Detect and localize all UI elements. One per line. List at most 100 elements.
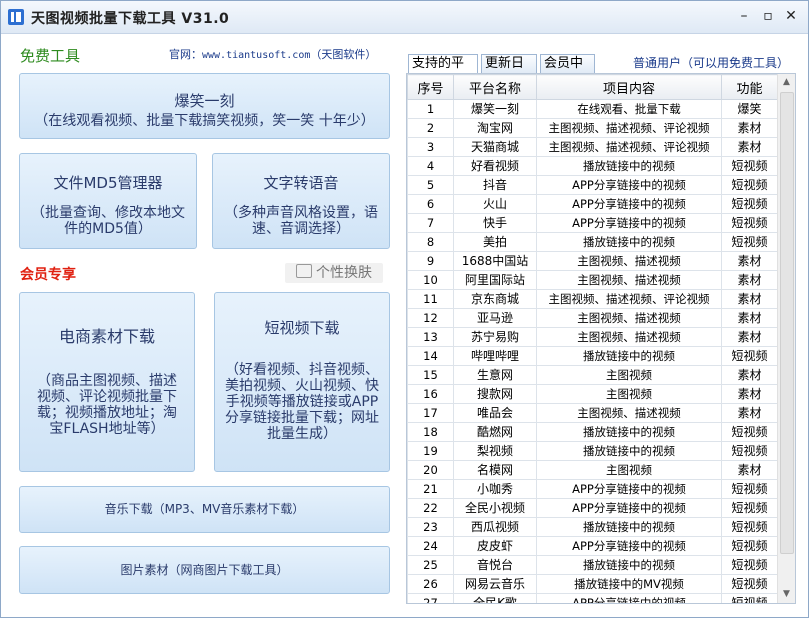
table-row[interactable]: 11 京东商城 主图视频、描述视频、评论视频 素材 [407,289,778,309]
official-site-text: 官网：www.tiantusoft.com（天图软件） [169,46,376,62]
tts-tile-button[interactable]: 文字转语音 （多种声音风格设置，语速、音调选择） [212,153,390,249]
skin-button[interactable]: 个性换肤 [285,263,383,283]
table-row[interactable]: 8 美拍 播放链接中的视频 短视频 [407,232,778,252]
row-index: 19 [407,441,454,461]
md5-desc: （批量查询、修改本地文件的MD5值） [31,205,185,237]
ecommerce-desc: （商品主图视频、描述视频、评论视频批量下载；视频播放地址；淘宝FLASH地址等） [37,373,177,437]
column-header-function[interactable]: 功能 [721,74,778,100]
ecommerce-title: 电商素材下载 [58,327,155,346]
ecommerce-tile-button[interactable]: 电商素材下载 （商品主图视频、描述视频、评论视频批量下载；视频播放地址；淘宝FL… [19,292,195,472]
row-content: 主图视频、描述视频 [536,308,722,328]
table-row[interactable]: 25 音悦台 播放链接中的视频 短视频 [407,555,778,575]
row-index: 11 [407,289,454,309]
row-content: 主图视频、描述视频 [536,251,722,271]
row-function: 素材 [721,118,778,138]
row-function: 素材 [721,384,778,404]
table-row[interactable]: 23 西瓜视频 播放链接中的视频 短视频 [407,517,778,537]
row-function: 素材 [721,327,778,347]
table-row[interactable]: 14 哔哩哔哩 播放链接中的视频 短视频 [407,346,778,366]
table-row[interactable]: 3 天猫商城 主图视频、描述视频、评论视频 素材 [407,137,778,157]
row-platform-name: 快手 [453,213,537,233]
maximize-button[interactable]: ▫ [759,7,777,25]
row-platform-name: 唯品会 [453,403,537,423]
table-row[interactable]: 22 全民小视频 APP分享链接中的视频 短视频 [407,498,778,518]
table-row[interactable]: 19 梨视频 播放链接中的视频 短视频 [407,441,778,461]
table-row[interactable]: 20 名模网 主图视频 素材 [407,460,778,480]
tab-changelog[interactable]: 更新日志 [481,54,537,89]
row-platform-name: 酷燃网 [453,422,537,442]
scrollbar-thumb[interactable] [780,92,794,554]
baoxiao-tile-button[interactable]: 爆笑一刻 （在线观看视频、批量下载搞笑视频，笑一笑 十年少） [19,73,390,139]
minimize-button[interactable]: – [735,7,753,25]
row-function: 短视频 [721,479,778,499]
shortvideo-tile-button[interactable]: 短视频下载 （好看视频、抖音视频、美拍视频、火山视频、快手视频等播放链接或APP… [214,292,390,472]
scroll-up-icon[interactable]: ▲ [778,74,795,91]
free-tools-title: 免费工具 [20,47,81,65]
row-content: APP分享链接中的视频 [536,498,722,518]
table-row[interactable]: 18 酷燃网 播放链接中的视频 短视频 [407,422,778,442]
column-header-index[interactable]: 序号 [407,74,454,100]
platform-table: 序号 平台名称 项目内容 功能 1 爆笑一刻 在线观看、批量下载 爆笑 2 淘宝网 主图视频… [406,73,796,604]
row-platform-name: 爆笑一刻 [453,99,537,119]
table-row[interactable]: 17 唯品会 主图视频、描述视频 素材 [407,403,778,423]
row-function: 素材 [721,403,778,423]
row-function: 短视频 [721,346,778,366]
user-status-link[interactable]: 普通用户（可以用免费工具） [633,54,789,71]
table-row[interactable]: 2 淘宝网 主图视频、描述视频、评论视频 素材 [407,118,778,138]
row-index: 12 [407,308,454,328]
vertical-scrollbar[interactable]: ▲ ▼ [777,74,795,603]
row-platform-name: 网易云音乐 [453,574,537,594]
table-row[interactable]: 9 1688中国站 主图视频、描述视频 素材 [407,251,778,271]
table-row[interactable]: 13 苏宁易购 主图视频、描述视频 素材 [407,327,778,347]
row-index: 3 [407,137,454,157]
row-content: 主图视频、描述视频 [536,403,722,423]
column-header-platform[interactable]: 平台名称 [453,74,537,100]
row-function: 素材 [721,137,778,157]
table-row[interactable]: 4 好看视频 播放链接中的视频 短视频 [407,156,778,176]
scroll-down-icon[interactable]: ▼ [778,586,795,603]
row-platform-name: 好看视频 [453,156,537,176]
table-row[interactable]: 27 全民K歌 APP分享链接中的视频 短视频 [407,593,778,603]
md5-manager-tile-button[interactable]: 文件MD5管理器 （批量查询、修改本地文件的MD5值） [19,153,197,249]
close-button[interactable]: ✕ [782,7,800,25]
official-label: 官网： [169,48,202,61]
shortvideo-desc: （好看视频、抖音视频、美拍视频、火山视频、快手视频等播放链接或APP分享链接批量… [225,362,379,442]
official-url-link[interactable]: www.tiantusoft.com [202,50,310,61]
table-row[interactable]: 10 阿里国际站 主图视频、描述视频 素材 [407,270,778,290]
table-row[interactable]: 21 小咖秀 APP分享链接中的视频 短视频 [407,479,778,499]
baoxiao-desc: （在线观看视频、批量下载搞笑视频，笑一笑 十年少） [34,113,375,129]
table-row[interactable]: 7 快手 APP分享链接中的视频 短视频 [407,213,778,233]
app-logo-icon [8,9,24,25]
column-header-content[interactable]: 项目内容 [536,74,722,100]
row-platform-name: 阿里国际站 [453,270,537,290]
row-content: APP分享链接中的视频 [536,536,722,556]
table-row[interactable]: 15 生意网 主图视频 素材 [407,365,778,385]
table-row[interactable]: 24 皮皮虾 APP分享链接中的视频 短视频 [407,536,778,556]
tab-member-center[interactable]: 会员中心 [540,54,595,89]
row-content: 播放链接中的视频 [536,517,722,537]
table-row[interactable]: 5 抖音 APP分享链接中的视频 短视频 [407,175,778,195]
official-suffix: （天图软件） [310,48,377,61]
image-material-button[interactable]: 图片素材（网商图片下载工具） [19,546,390,594]
tab-platforms[interactable]: 支持的平台 [408,54,478,89]
row-platform-name: 1688中国站 [453,251,537,271]
table-row[interactable]: 12 亚马逊 主图视频、描述视频 素材 [407,308,778,328]
table-row[interactable]: 26 网易云音乐 播放链接中的MV视频 短视频 [407,574,778,594]
row-function: 短视频 [721,194,778,214]
skin-label: 个性换肤 [316,265,372,281]
row-function: 素材 [721,308,778,328]
row-platform-name: 亚马逊 [453,308,537,328]
row-platform-name: 京东商城 [453,289,537,309]
title-bar: 天图视频批量下载工具 V31.0 – ▫ ✕ [1,1,808,34]
row-index: 5 [407,175,454,195]
row-index: 6 [407,194,454,214]
row-index: 21 [407,479,454,499]
music-download-button[interactable]: 音乐下载（MP3、MV音乐素材下载） [19,486,390,533]
row-function: 爆笑 [721,99,778,119]
table-row[interactable]: 6 火山 APP分享链接中的视频 短视频 [407,194,778,214]
row-function: 素材 [721,289,778,309]
row-function: 短视频 [721,555,778,575]
table-row[interactable]: 16 搜款网 主图视频 素材 [407,384,778,404]
table-row[interactable]: 1 爆笑一刻 在线观看、批量下载 爆笑 [407,99,778,119]
row-function: 短视频 [721,213,778,233]
